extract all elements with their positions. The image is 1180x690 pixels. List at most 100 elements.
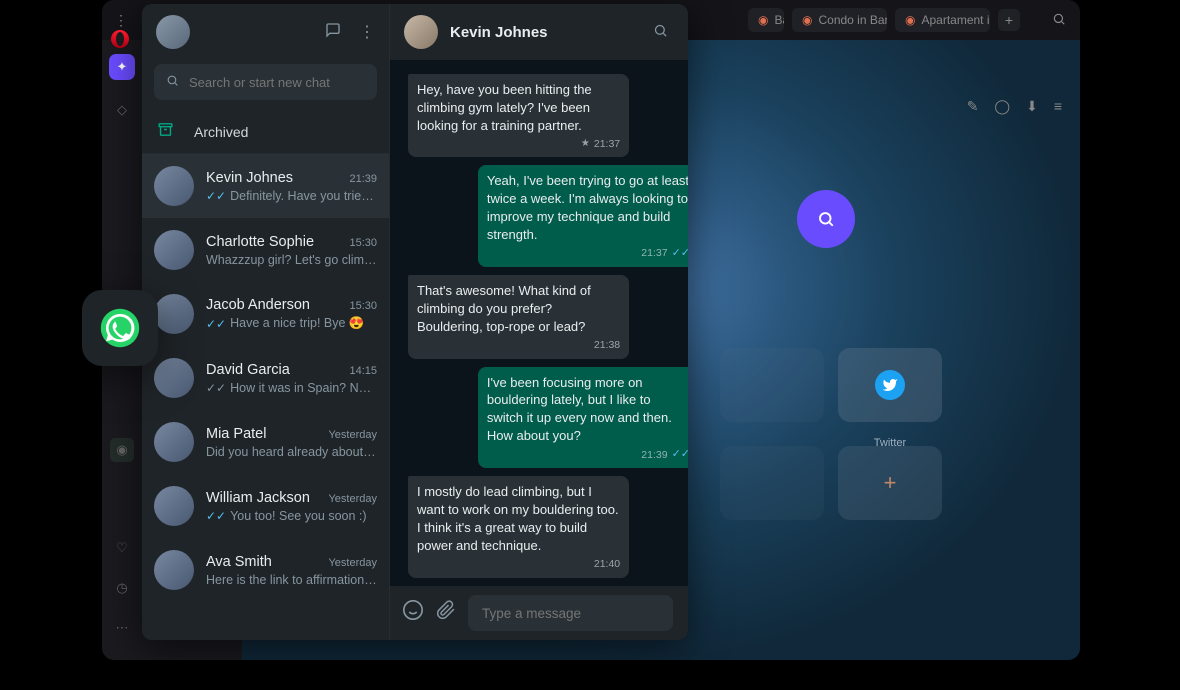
rail-tabs-icon[interactable]: ◇ xyxy=(110,98,134,122)
message-bubble[interactable]: That's awesome! What kind of climbing do… xyxy=(408,275,629,358)
search-input[interactable] xyxy=(189,75,365,90)
twitter-icon xyxy=(875,370,905,400)
chat-avatar xyxy=(154,166,194,206)
global-search-icon[interactable] xyxy=(1052,12,1066,29)
new-chat-icon[interactable] xyxy=(325,22,341,43)
chat-time: 15:30 xyxy=(349,237,377,249)
chat-item[interactable]: Charlotte Sophie15:30 Whazzzup girl? Let… xyxy=(142,218,389,282)
plus-icon: + xyxy=(884,470,897,496)
chat-time: Yesterday xyxy=(328,429,377,441)
chat-item[interactable]: Mia Patel Yesterday Did you heard already… xyxy=(142,410,389,474)
star-icon: ★ xyxy=(581,137,590,151)
chat-preview: Did you heard already about this?... xyxy=(206,445,377,459)
airbnb-icon: ◉ xyxy=(758,13,768,27)
chat-name: Mia Patel xyxy=(206,426,266,442)
chat-time: Yesterday xyxy=(328,493,377,505)
rail-aria-icon[interactable]: ✦ xyxy=(109,54,135,80)
chat-avatar xyxy=(154,358,194,398)
message-input-bar xyxy=(390,586,688,640)
chat-avatar xyxy=(154,486,194,526)
message-time: 21:38 xyxy=(594,338,620,352)
whatsapp-app-icon[interactable] xyxy=(82,290,158,366)
chat-time: 21:39 xyxy=(349,173,377,185)
speed-dial-tile[interactable] xyxy=(720,446,824,520)
whatsapp-panel: ⋮ Archived Kevin Johnes 21:39 ✓✓ Definitel… xyxy=(142,4,688,640)
chat-list: Kevin Johnes 21:39 ✓✓ Definitely. Have you… xyxy=(142,154,389,640)
chat-preview: Have a nice trip! Bye 😍 xyxy=(230,316,377,331)
mic-icon[interactable] xyxy=(685,600,688,626)
message-bubble[interactable]: I mostly do lead climbing, but I want to… xyxy=(408,476,629,577)
chat-avatar xyxy=(154,422,194,462)
whatsapp-header: ⋮ xyxy=(142,4,389,60)
check-icon: ✓✓ xyxy=(672,246,688,261)
speed-dial-search-button[interactable] xyxy=(797,190,855,248)
check-icon: ✓✓ xyxy=(206,317,226,331)
message-text: I mostly do lead climbing, but I want to… xyxy=(417,483,620,555)
emoji-icon[interactable] xyxy=(402,599,424,627)
speed-dial-add-tile[interactable]: + xyxy=(838,446,942,520)
download-icon[interactable]: ⬇ xyxy=(1026,98,1038,115)
check-icon: ✓✓ xyxy=(206,189,226,203)
chat-item[interactable]: William JacksonYesterday ✓✓You too! See … xyxy=(142,474,389,538)
add-tab-button[interactable]: + xyxy=(998,9,1020,31)
message-bubble[interactable]: I've been focusing more on bouldering la… xyxy=(478,367,688,469)
whatsapp-conversation: Kevin Johnes ⋮ Hey, have you been hittin… xyxy=(390,4,688,640)
contact-name: Kevin Johnes xyxy=(450,24,548,41)
conversation-header: Kevin Johnes ⋮ xyxy=(390,4,688,60)
browser-tab[interactable]: ◉Apartament in Ba xyxy=(895,8,990,32)
settings-icon[interactable]: ≡ xyxy=(1054,98,1062,115)
airbnb-icon: ◉ xyxy=(802,13,812,27)
search-conversation-icon[interactable] xyxy=(653,23,668,42)
archive-icon xyxy=(156,121,174,142)
chat-name: Charlotte Sophie xyxy=(206,234,314,250)
chat-name: Jacob Anderson xyxy=(206,297,310,313)
message-time: 21:40 xyxy=(594,557,620,571)
user-avatar[interactable] xyxy=(156,15,190,49)
message-text: Yeah, I've been trying to go at least tw… xyxy=(487,172,688,244)
edit-icon[interactable]: ✎ xyxy=(967,98,979,115)
search-bar[interactable] xyxy=(154,64,377,100)
browser-tabs: ◉Ba ◉Condo in Barcel ◉Apartament in Ba + xyxy=(748,8,1020,32)
message-time: 21:39 xyxy=(641,448,667,462)
message-bubble[interactable]: Hey, have you been hitting the climbing … xyxy=(408,74,629,157)
chat-time: 14:15 xyxy=(349,365,377,377)
message-input[interactable] xyxy=(468,595,673,631)
rail-history-icon[interactable]: ◷ xyxy=(110,576,134,600)
archived-row[interactable]: Archived xyxy=(142,110,389,154)
opera-logo xyxy=(111,30,129,48)
rail-spotify-icon[interactable]: ◉ xyxy=(110,438,134,462)
speed-dial-tile[interactable] xyxy=(720,348,824,422)
chat-avatar xyxy=(154,230,194,270)
check-icon: ✓✓ xyxy=(206,509,226,523)
menu-icon[interactable]: ⋮ xyxy=(114,12,128,29)
messages-container: Hey, have you been hitting the climbing … xyxy=(390,60,688,586)
chat-preview: Here is the link to affirmations: ... xyxy=(206,573,377,587)
menu-icon[interactable]: ⋮ xyxy=(359,22,375,43)
rail-more-icon[interactable]: ⋯ xyxy=(110,616,134,640)
browser-window: ⋮ ↻ 🔒 WhatsApp ☺ 📌 ◉Ba ◉Condo in Barcel … xyxy=(102,0,1080,660)
chat-name: Kevin Johnes xyxy=(206,170,293,186)
chat-name: William Jackson xyxy=(206,490,310,506)
message-bubble[interactable]: Yeah, I've been trying to go at least tw… xyxy=(478,165,688,267)
chat-item[interactable]: Kevin Johnes 21:39 ✓✓ Definitely. Have you… xyxy=(142,154,389,218)
chat-time: 15:30 xyxy=(349,300,377,312)
speed-dial-tile-twitter[interactable]: Twitter xyxy=(838,348,942,422)
airbnb-icon: ◉ xyxy=(905,13,915,27)
rail-heart-icon[interactable]: ♡ xyxy=(110,536,134,560)
browser-tab[interactable]: ◉Ba xyxy=(748,8,784,32)
chat-name: David Garcia xyxy=(206,362,290,378)
check-icon: ✓✓ xyxy=(206,381,226,395)
chat-item[interactable]: David Garcia14:15 ✓✓How it was in Spain?… xyxy=(142,346,389,410)
contact-avatar[interactable] xyxy=(404,15,438,49)
whatsapp-sidebar: ⋮ Archived Kevin Johnes 21:39 ✓✓ Definitel… xyxy=(142,4,390,640)
camera-icon[interactable]: ◯ xyxy=(994,98,1010,115)
chat-name: Ava Smith xyxy=(206,554,272,570)
archived-label: Archived xyxy=(194,124,248,140)
message-text: I've been focusing more on bouldering la… xyxy=(487,374,688,446)
browser-tab[interactable]: ◉Condo in Barcel xyxy=(792,8,887,32)
attach-icon[interactable] xyxy=(436,600,456,626)
chat-preview: Definitely. Have you tried any... xyxy=(230,189,377,203)
chat-item[interactable]: Ava SmithYesterday Here is the link to a… xyxy=(142,538,389,602)
chat-avatar xyxy=(154,550,194,590)
chat-item[interactable]: Jacob Anderson 15:30 ✓✓ Have a nice trip! … xyxy=(142,282,389,346)
